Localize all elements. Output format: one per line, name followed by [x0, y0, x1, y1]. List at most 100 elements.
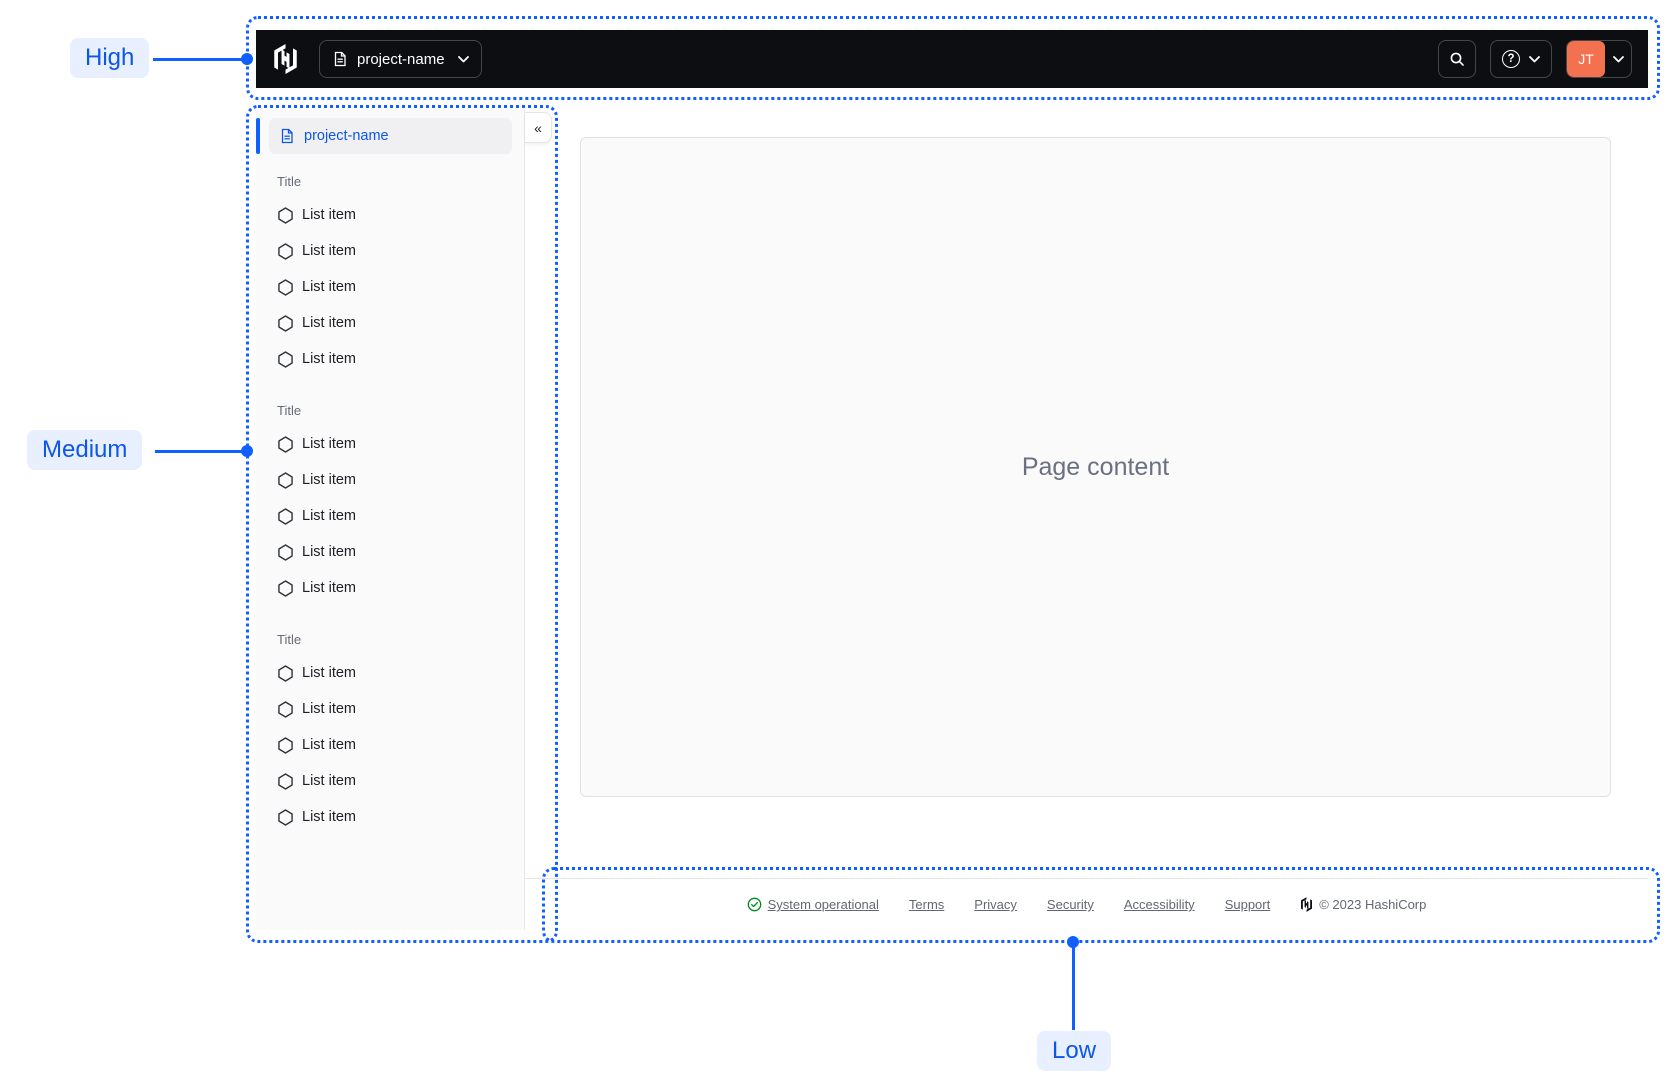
- hashicorp-logo-icon: [1300, 897, 1313, 912]
- sidebar-section-title: Title: [277, 174, 302, 189]
- sidebar-list-item[interactable]: List item: [256, 426, 524, 462]
- sidebar-item-label: project-name: [304, 128, 389, 144]
- hexagon-icon: [278, 435, 293, 453]
- sidebar-section-title: Title: [277, 403, 302, 418]
- search-button[interactable]: [1438, 40, 1476, 78]
- sidebar-list-item-label: List item: [302, 809, 356, 825]
- sidebar-list-item[interactable]: List item: [256, 233, 524, 269]
- hexagon-icon: [278, 314, 293, 332]
- chevron-down-icon: [1605, 55, 1631, 63]
- search-icon: [1449, 51, 1465, 67]
- annotation-label-low: Low: [1037, 1031, 1112, 1071]
- sidebar-list-item[interactable]: List item: [256, 655, 524, 691]
- sidebar-list-item-label: List item: [302, 243, 356, 259]
- hexagon-icon: [278, 736, 293, 754]
- footer-link-terms[interactable]: Terms: [909, 897, 944, 912]
- sidebar-list-item-label: List item: [302, 580, 356, 596]
- sidebar-list-item-label: List item: [302, 315, 356, 331]
- footer: System operational Terms Privacy Security A…: [525, 878, 1648, 930]
- hexagon-icon: [278, 471, 293, 489]
- sidebar-list-item-label: List item: [302, 472, 356, 488]
- sidebar-list-item[interactable]: List item: [256, 534, 524, 570]
- footer-link-accessibility[interactable]: Accessibility: [1124, 897, 1195, 912]
- sidebar-collapse-button[interactable]: «: [525, 112, 552, 143]
- sidebar-list-item-label: List item: [302, 544, 356, 560]
- copyright-text: © 2023 HashiCorp: [1319, 897, 1427, 912]
- sidebar-header: project-name: [256, 110, 524, 154]
- hexagon-icon: [278, 700, 293, 718]
- sidebar-list-item[interactable]: List item: [256, 570, 524, 606]
- footer-link-support[interactable]: Support: [1225, 897, 1271, 912]
- footer-copyright: © 2023 HashiCorp: [1300, 897, 1426, 912]
- footer-link-security[interactable]: Security: [1047, 897, 1094, 912]
- footer-link-privacy[interactable]: Privacy: [974, 897, 1017, 912]
- chevron-down-icon: [1529, 55, 1540, 63]
- hexagon-icon: [278, 664, 293, 682]
- sidebar-list-item[interactable]: List item: [256, 341, 524, 377]
- sidebar-list-item[interactable]: List item: [256, 269, 524, 305]
- page-content-placeholder: Page content: [1021, 452, 1170, 481]
- project-dropdown[interactable]: project-name: [319, 40, 482, 78]
- sidebar-list-item[interactable]: List item: [256, 727, 524, 763]
- sidebar-section: Title List item List item List item List ite…: [256, 174, 524, 377]
- sidebar-list-item-label: List item: [302, 737, 356, 753]
- screenshot-canvas: project-name ? JT project-name Title Lis…: [0, 0, 1672, 1078]
- hexagon-icon: [278, 242, 293, 260]
- active-accent-bar: [256, 118, 260, 154]
- page-content-area: Page content: [580, 137, 1611, 797]
- system-status-label: System operational: [767, 897, 879, 912]
- help-circle-icon: ?: [1502, 50, 1520, 68]
- sidebar-list-item[interactable]: List item: [256, 763, 524, 799]
- annotation-connector-medium: [155, 450, 245, 453]
- annotation-label-high: High: [70, 38, 150, 78]
- hexagon-icon: [278, 772, 293, 790]
- sidebar-list-item-label: List item: [302, 279, 356, 295]
- sidebar-list-item[interactable]: List item: [256, 799, 524, 835]
- sidebar-list-item-label: List item: [302, 773, 356, 789]
- check-circle-icon: [747, 897, 762, 912]
- annotation-connector-low: [1072, 942, 1075, 1030]
- collapse-icon: «: [534, 119, 542, 136]
- annotation-connector-high: [153, 58, 245, 61]
- footer-links: Terms Privacy Security Accessibility Support: [909, 897, 1270, 912]
- avatar: JT: [1567, 41, 1605, 77]
- document-icon: [279, 128, 295, 144]
- sidebar-list-item[interactable]: List item: [256, 305, 524, 341]
- system-status-link[interactable]: System operational: [747, 897, 879, 912]
- sidebar-list-item[interactable]: List item: [256, 498, 524, 534]
- navbar-right-group: ? JT: [1438, 40, 1632, 78]
- sidebar-section-title: Title: [277, 632, 302, 647]
- annotation-dot-low: [1067, 936, 1079, 948]
- hexagon-icon: [278, 350, 293, 368]
- annotation-label-medium: Medium: [27, 430, 143, 470]
- sidebar-list-item-label: List item: [302, 436, 356, 452]
- sidebar-list-item-label: List item: [302, 508, 356, 524]
- sidebar-section: Title List item List item List item List ite…: [256, 632, 524, 835]
- sidebar-list-item[interactable]: List item: [256, 462, 524, 498]
- project-dropdown-label: project-name: [357, 50, 445, 68]
- hexagon-icon: [278, 507, 293, 525]
- user-menu-dropdown[interactable]: JT: [1566, 40, 1632, 78]
- hexagon-icon: [278, 278, 293, 296]
- sidebar-list-item[interactable]: List item: [256, 197, 524, 233]
- hexagon-icon: [278, 808, 293, 826]
- document-icon: [332, 51, 348, 67]
- sidebar-list-item-label: List item: [302, 207, 356, 223]
- hashicorp-logo-icon: [272, 44, 299, 74]
- hexagon-icon: [278, 579, 293, 597]
- navbar-left-group: project-name: [272, 40, 482, 78]
- sidebar: project-name Title List item List item List…: [256, 110, 525, 930]
- hexagon-icon: [278, 543, 293, 561]
- sidebar-nav: Title List item List item List item List ite…: [256, 154, 524, 835]
- sidebar-list-item[interactable]: List item: [256, 691, 524, 727]
- sidebar-item-project-name[interactable]: project-name: [269, 118, 512, 154]
- hexagon-icon: [278, 206, 293, 224]
- sidebar-list-item-label: List item: [302, 351, 356, 367]
- sidebar-section: Title List item List item List item List ite…: [256, 403, 524, 606]
- annotation-dot-medium: [241, 445, 253, 457]
- annotation-dot-high: [241, 53, 253, 65]
- sidebar-list-item-label: List item: [302, 701, 356, 717]
- top-navbar: project-name ? JT: [256, 30, 1648, 88]
- help-dropdown[interactable]: ?: [1490, 40, 1552, 78]
- sidebar-list-item-label: List item: [302, 665, 356, 681]
